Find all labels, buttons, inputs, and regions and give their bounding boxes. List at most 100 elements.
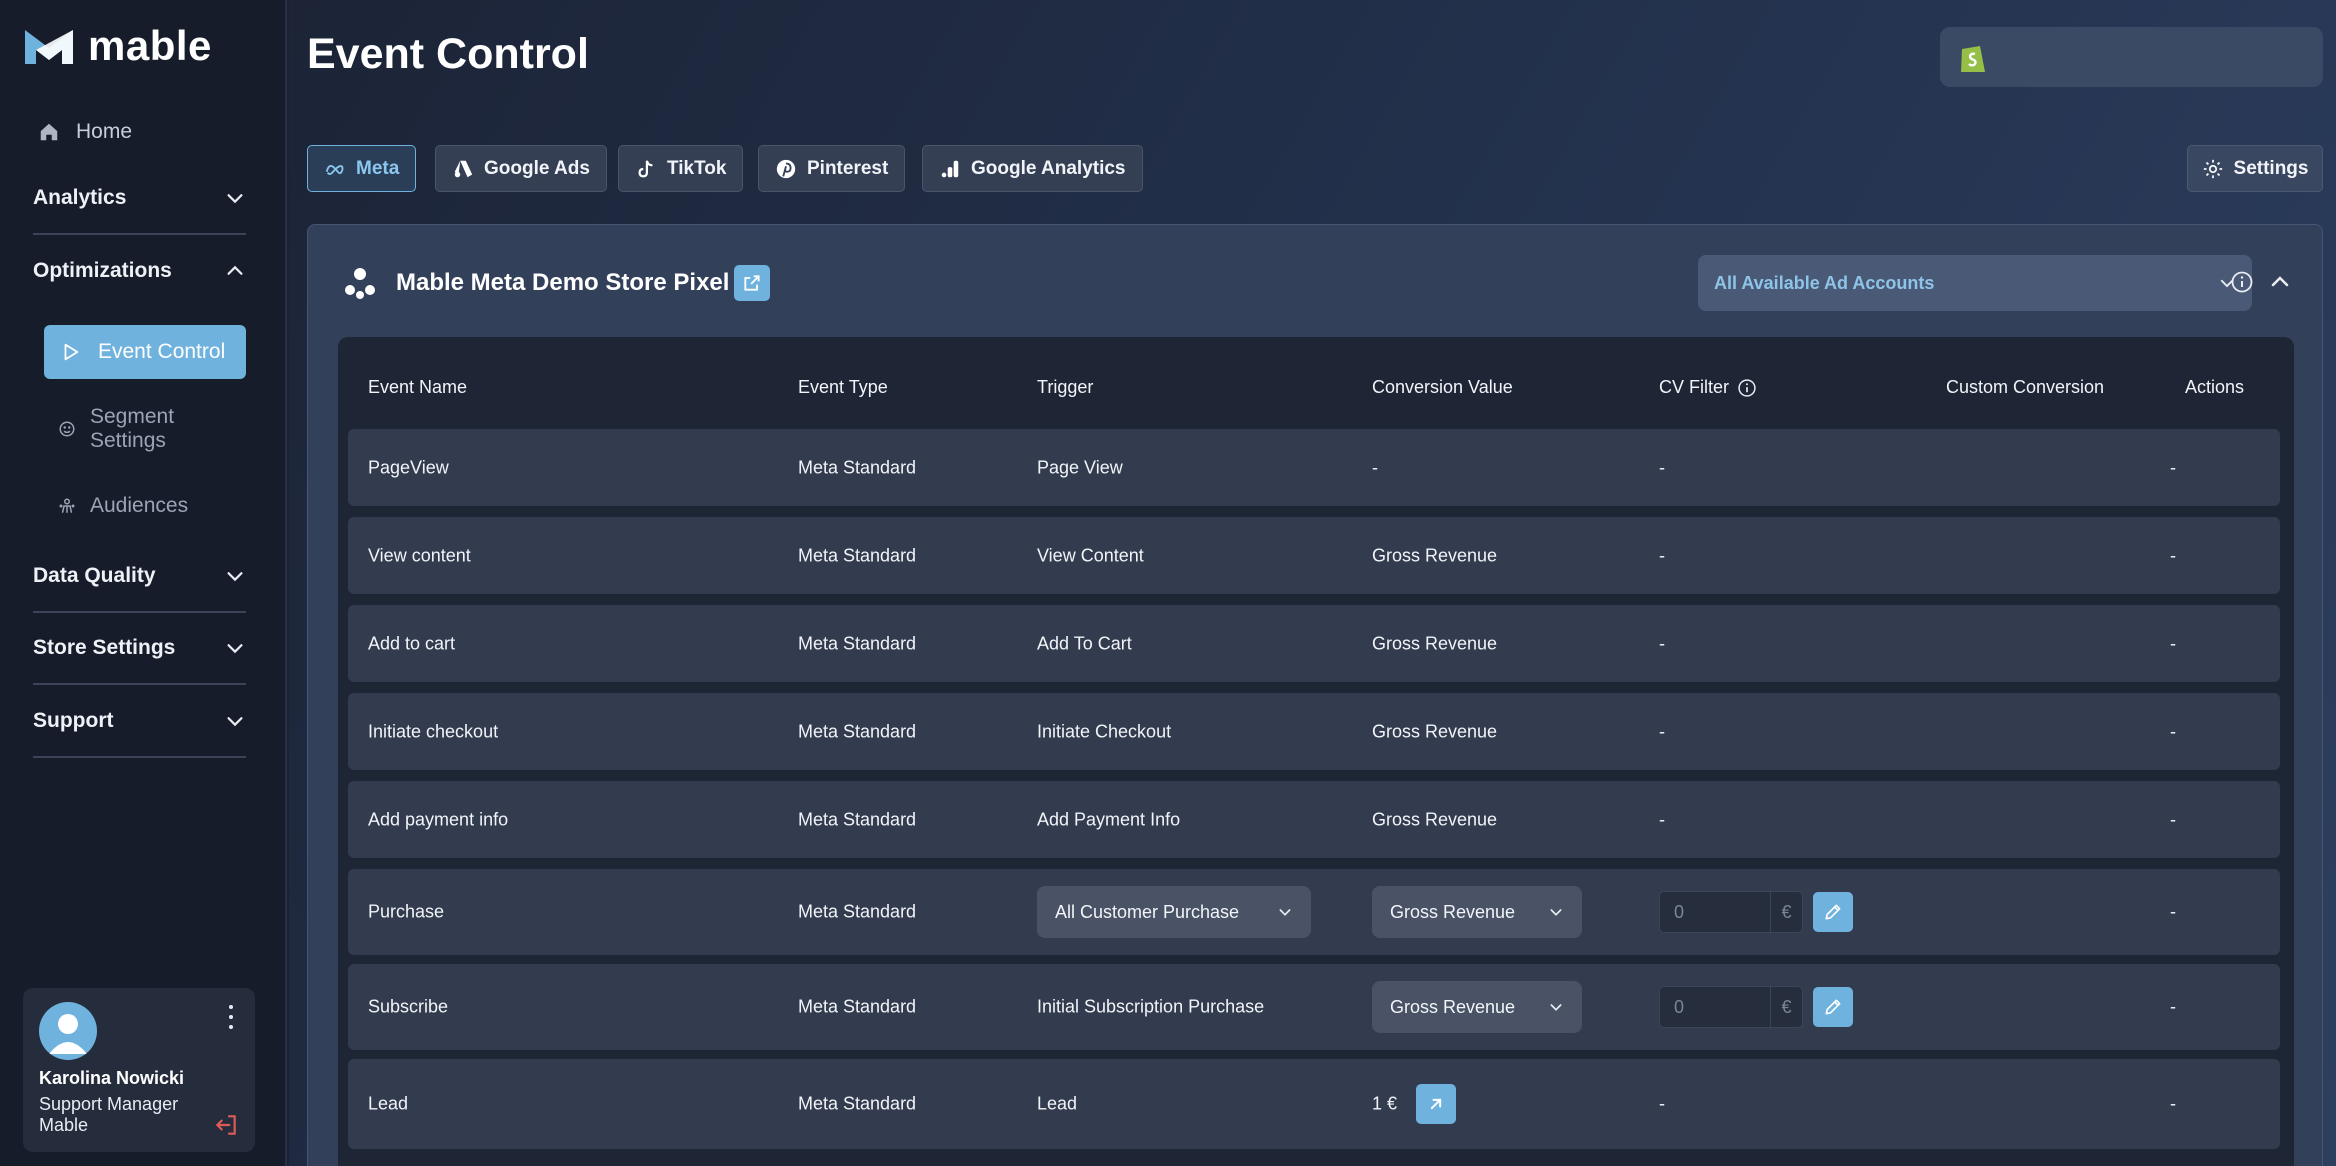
sidebar-section-analytics[interactable]: Analytics	[33, 163, 246, 235]
chevron-down-icon	[1550, 909, 1562, 916]
cv-filter-value: 0	[1674, 901, 1685, 922]
gear-icon	[2203, 159, 2222, 178]
ad-account-select-value: All Available Ad Accounts	[1714, 272, 1935, 293]
table-row: Initiate checkout Meta Standard Initiate…	[348, 693, 2280, 770]
cv-filter: -	[1659, 1093, 1665, 1114]
conversion-value: -	[1372, 457, 1378, 477]
column-header-custom-conversion: Custom Conversion	[1946, 377, 2105, 397]
tab-pinterest[interactable]: Pinterest	[758, 145, 906, 192]
tab-tiktok[interactable]: TikTok	[618, 145, 744, 192]
tab-label: Meta	[356, 157, 400, 179]
trigger: Add Payment Info	[1037, 809, 1181, 829]
open-conversion-value-button[interactable]	[1416, 1084, 1456, 1124]
meta-icon	[325, 164, 344, 175]
tab-label: TikTok	[667, 157, 727, 179]
tab-label: Pinterest	[807, 157, 889, 179]
cv-filter: -	[1659, 721, 1665, 741]
user-card: Karolina Nowicki Support Manager Mable	[23, 988, 255, 1152]
custom-conversion: -	[2170, 721, 2176, 741]
user-company: Mable	[39, 1115, 89, 1135]
event-type: Meta Standard	[798, 996, 917, 1017]
conversion-value-select[interactable]: Gross Revenue	[1372, 981, 1582, 1033]
cv-filter-input[interactable]: 0 €	[1659, 986, 1803, 1028]
column-header-trigger: Trigger	[1037, 377, 1094, 397]
user-role: Support Manager Mable	[39, 1094, 178, 1136]
mable-logo-icon	[25, 30, 73, 64]
conversion-value: Gross Revenue	[1372, 545, 1498, 565]
logout-icon[interactable]	[213, 1112, 239, 1138]
event-type: Meta Standard	[798, 1093, 917, 1114]
user-menu-icon[interactable]	[221, 1002, 241, 1032]
trigger: Initiate Checkout	[1037, 721, 1172, 741]
trigger: Initial Subscription Purchase	[1037, 996, 1265, 1017]
custom-conversion: -	[2170, 809, 2176, 829]
settings-button[interactable]: Settings	[2187, 145, 2323, 192]
table-row: Purchase Meta Standard All Customer Purc…	[348, 869, 2280, 955]
collapse-icon[interactable]	[2268, 270, 2292, 294]
cv-filter-input[interactable]: 0 €	[1659, 891, 1803, 933]
sidebar-section-data-quality[interactable]: Data Quality	[33, 541, 246, 613]
edit-cv-filter-button[interactable]	[1813, 987, 1853, 1027]
info-icon[interactable]	[2230, 270, 2254, 294]
column-header-event-type: Event Type	[798, 377, 888, 397]
conversion-value: Gross Revenue	[1372, 633, 1498, 653]
custom-conversion: -	[2170, 545, 2176, 565]
cv-filter: -	[1659, 545, 1665, 565]
column-header-event-name: Event Name	[368, 377, 468, 397]
event-type: Meta Standard	[798, 633, 917, 653]
ad-account-select[interactable]: All Available Ad Accounts	[1698, 255, 2252, 311]
open-pixel-button[interactable]	[734, 265, 770, 301]
custom-conversion: -	[2170, 996, 2176, 1017]
trigger-select[interactable]: All Customer Purchase	[1037, 886, 1311, 938]
conversion-value: Gross Revenue	[1372, 721, 1498, 741]
sidebar-item-home[interactable]: Home	[38, 120, 132, 144]
edit-cv-filter-button[interactable]	[1813, 892, 1853, 932]
sidebar-section-label: Optimizations	[33, 259, 172, 282]
column-header-actions: Actions	[2185, 377, 2245, 397]
sidebar-item-segment-settings[interactable]: Segment Settings	[58, 405, 210, 453]
chevron-down-icon	[227, 572, 243, 582]
sidebar-item-audiences[interactable]: Audiences	[58, 494, 188, 518]
sidebar-section-label: Support	[33, 709, 114, 732]
sidebar-item-event-control[interactable]: Event Control	[44, 325, 246, 379]
conversion-value-select-value: Gross Revenue	[1390, 901, 1516, 922]
pixel-panel: Mable Meta Demo Store Pixel All Availabl…	[307, 224, 2323, 1166]
sidebar-section-support[interactable]: Support	[33, 686, 246, 758]
custom-conversion: -	[2170, 901, 2176, 922]
tab-meta[interactable]: Meta	[307, 145, 417, 192]
column-header-conversion-value: Conversion Value	[1372, 377, 1513, 397]
tab-label: Google Ads	[484, 157, 590, 179]
brand-logo[interactable]: mable	[22, 22, 212, 70]
main-content: Event Control Meta Google Ads TikTok Pin…	[289, 0, 2336, 1166]
tab-google-ads[interactable]: Google Ads	[435, 145, 607, 192]
store-selector[interactable]	[1940, 27, 2323, 87]
event-type: Meta Standard	[798, 809, 917, 829]
home-icon	[40, 123, 58, 141]
audiences-icon	[59, 498, 75, 513]
event-type: Meta Standard	[798, 901, 917, 922]
sidebar: mable Home Analytics Optimizations Event…	[0, 0, 287, 1166]
settings-label: Settings	[2233, 157, 2309, 179]
cv-filter-value: 0	[1674, 996, 1685, 1017]
cv-filter-currency: €	[1770, 987, 1802, 1027]
google-ads-icon	[454, 160, 473, 177]
tab-google-analytics[interactable]: Google Analytics	[922, 145, 1143, 192]
sidebar-section-optimizations[interactable]: Optimizations	[33, 235, 246, 307]
page-title: Event Control	[307, 30, 589, 78]
google-analytics-icon	[941, 160, 959, 177]
avatar[interactable]	[39, 1002, 97, 1060]
event-name: PageView	[368, 457, 449, 477]
user-role-title: Support Manager	[39, 1094, 179, 1114]
chevron-down-icon	[227, 194, 243, 204]
cv-filter-currency: €	[1770, 892, 1802, 932]
shopify-icon	[1961, 46, 1985, 72]
custom-conversion: -	[2170, 457, 2176, 477]
chevron-down-icon	[1550, 1004, 1562, 1011]
sidebar-section-store-settings[interactable]: Store Settings	[33, 613, 246, 685]
info-icon[interactable]	[1737, 378, 1757, 398]
conversion-value-select[interactable]: Gross Revenue	[1372, 886, 1582, 938]
column-header-cv-filter: CV Filter	[1659, 377, 1757, 398]
tab-label: Google Analytics	[971, 157, 1126, 179]
tiktok-icon	[638, 159, 653, 177]
conversion-value: 1 €	[1372, 1093, 1398, 1114]
